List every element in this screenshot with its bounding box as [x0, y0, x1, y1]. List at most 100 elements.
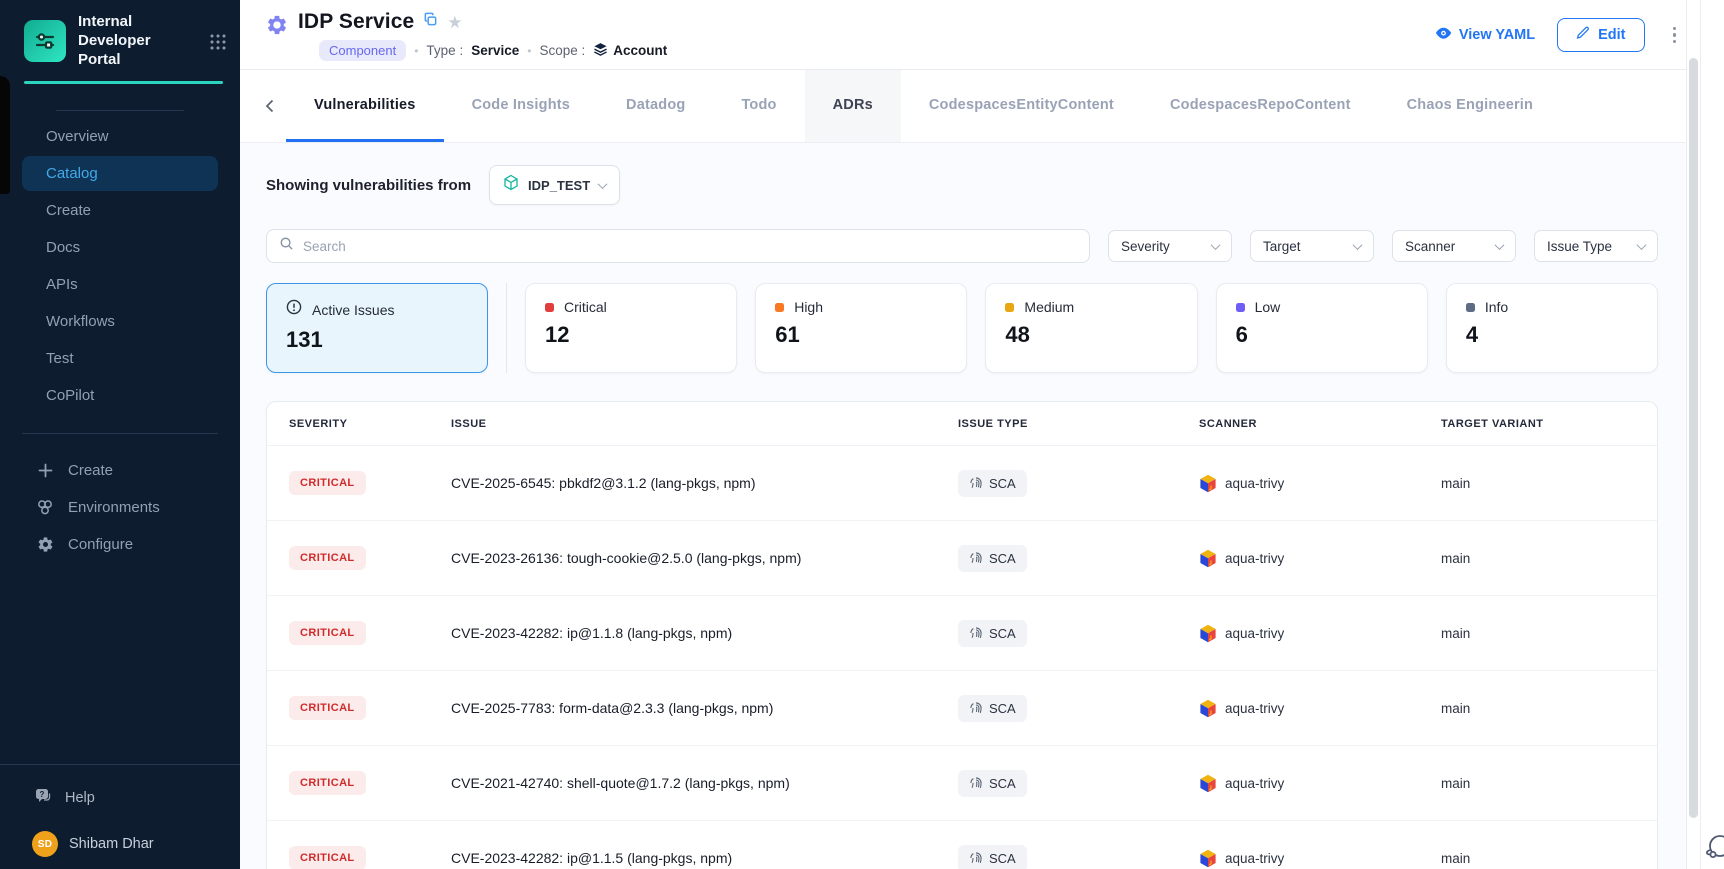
support-headset-icon[interactable]: [1700, 830, 1724, 869]
table-row[interactable]: CRITICAL CVE-2025-7783: form-data@2.3.3 …: [267, 671, 1657, 746]
project-select-value: IDP_TEST: [528, 178, 590, 193]
scope-value: Account: [593, 42, 667, 59]
card-label: High: [794, 299, 823, 315]
scanner-name: aqua-trivy: [1225, 476, 1284, 491]
low-card[interactable]: Low 6: [1216, 283, 1428, 373]
scrollbar-thumb[interactable]: [1689, 58, 1698, 818]
tab-code-insights[interactable]: Code Insights: [444, 70, 598, 142]
trivy-logo-icon: [1199, 474, 1217, 493]
severity-badge: CRITICAL: [289, 846, 366, 869]
sidebar-item-apis[interactable]: APIs: [22, 267, 218, 302]
tab-adrs[interactable]: ADRs: [805, 70, 901, 142]
gutter-divider: [1700, 0, 1701, 869]
table-row[interactable]: CRITICAL CVE-2023-42282: ip@1.1.5 (lang-…: [267, 821, 1657, 869]
target-variant: main: [1441, 701, 1657, 716]
entity-title-block: IDP Service ★ Component • Type : Service…: [266, 10, 667, 61]
sidebar-item-catalog[interactable]: Catalog: [22, 156, 218, 191]
tabs-scroll-left-icon[interactable]: [254, 70, 286, 142]
more-options-kebab-icon[interactable]: [1667, 23, 1683, 48]
table-row[interactable]: CRITICAL CVE-2023-26136: tough-cookie@2.…: [267, 521, 1657, 596]
tab-vulnerabilities[interactable]: Vulnerabilities: [286, 70, 444, 142]
info-card[interactable]: Info 4: [1446, 283, 1658, 373]
issue-text: CVE-2023-26136: tough-cookie@2.5.0 (lang…: [451, 550, 958, 566]
edit-label: Edit: [1598, 27, 1625, 43]
sidebar-header: Internal Developer Portal: [0, 0, 240, 80]
search-box: [266, 229, 1090, 263]
tab-todo[interactable]: Todo: [713, 70, 804, 142]
issue-type-label: SCA: [989, 851, 1016, 866]
svg-text:?: ?: [40, 790, 45, 799]
summary-cards: Active Issues 131 Critical 12 High 61 Me…: [266, 283, 1658, 373]
avatar: SD: [32, 831, 58, 857]
scanner-cell: aqua-trivy: [1199, 549, 1441, 568]
low-dot-icon: [1236, 303, 1245, 312]
sidebar-item-create[interactable]: Create: [22, 193, 218, 228]
filter-issue-type[interactable]: Issue Type: [1534, 230, 1658, 262]
trivy-logo-icon: [1199, 774, 1217, 793]
trivy-logo-icon: [1199, 849, 1217, 868]
sidebar-action-configure[interactable]: Configure: [0, 526, 240, 563]
tab-chaos-engineering[interactable]: Chaos Engineerin: [1379, 70, 1561, 142]
eye-icon: [1435, 27, 1452, 44]
table-row[interactable]: CRITICAL CVE-2023-42282: ip@1.1.8 (lang-…: [267, 596, 1657, 671]
main-area: IDP Service ★ Component • Type : Service…: [240, 0, 1724, 869]
scanner-cell: aqua-trivy: [1199, 849, 1441, 868]
kind-badge: Component: [319, 40, 406, 61]
severity-badge: CRITICAL: [289, 696, 366, 720]
medium-card[interactable]: Medium 48: [985, 283, 1197, 373]
project-select[interactable]: IDP_TEST: [489, 165, 620, 205]
alert-circle-icon: [286, 299, 302, 320]
tab-codespaces-entity-content[interactable]: CodespacesEntityContent: [901, 70, 1142, 142]
filter-scanner[interactable]: Scanner: [1392, 230, 1516, 262]
critical-dot-icon: [545, 303, 554, 312]
scanner-cell: aqua-trivy: [1199, 699, 1441, 718]
copy-icon[interactable]: [423, 12, 438, 32]
sidebar-item-workflows[interactable]: Workflows: [22, 304, 218, 339]
sidebar-action-environments[interactable]: Environments: [0, 489, 240, 526]
vulnerabilities-panel: Showing vulnerabilities from IDP_TEST: [240, 143, 1724, 869]
sidebar-item-docs[interactable]: Docs: [22, 230, 218, 265]
help-button[interactable]: ? Help: [0, 765, 240, 813]
fingerprint-icon: [969, 551, 983, 565]
cube-icon: [503, 174, 519, 196]
high-card[interactable]: High 61: [755, 283, 967, 373]
environments-icon: [36, 499, 54, 516]
app-root: Internal Developer Portal Overview Catal…: [0, 0, 1724, 869]
sidebar-action-create[interactable]: Create: [0, 452, 240, 489]
scanner-name: aqua-trivy: [1225, 701, 1284, 716]
issue-text: CVE-2021-42740: shell-quote@1.7.2 (lang-…: [451, 775, 958, 791]
filter-target[interactable]: Target: [1250, 230, 1374, 262]
fingerprint-icon: [969, 851, 983, 865]
scanner-name: aqua-trivy: [1225, 626, 1284, 641]
portal-title: Internal Developer Portal: [78, 13, 197, 69]
search-input[interactable]: [303, 239, 1077, 254]
active-issues-card[interactable]: Active Issues 131: [266, 283, 488, 373]
issue-text: CVE-2023-42282: ip@1.1.8 (lang-pkgs, npm…: [451, 625, 958, 641]
table-row[interactable]: CRITICAL CVE-2025-6545: pbkdf2@3.1.2 (la…: [267, 446, 1657, 521]
tab-codespaces-repo-content[interactable]: CodespacesRepoContent: [1142, 70, 1379, 142]
critical-card[interactable]: Critical 12: [525, 283, 737, 373]
chevron-down-icon: [1211, 240, 1221, 250]
apps-grid-icon[interactable]: [209, 33, 226, 50]
type-label: Type :: [426, 43, 463, 58]
user-menu[interactable]: SD Shibam Dhar: [0, 813, 240, 869]
filter-label: Severity: [1121, 239, 1170, 254]
view-yaml-button[interactable]: View YAML: [1435, 27, 1535, 44]
sidebar-divider: [22, 433, 218, 434]
edit-button[interactable]: Edit: [1557, 18, 1644, 52]
trivy-logo-icon: [1199, 549, 1217, 568]
sidebar-item-overview[interactable]: Overview: [22, 119, 218, 154]
filter-severity[interactable]: Severity: [1108, 230, 1232, 262]
header-actions: View YAML Edit: [1435, 10, 1682, 52]
type-value: Service: [471, 43, 519, 58]
sidebar-item-test[interactable]: Test: [22, 341, 218, 376]
entity-meta: Component • Type : Service • Scope : Acc…: [319, 40, 667, 61]
plus-icon: [36, 463, 54, 478]
favorite-star-icon[interactable]: ★: [447, 14, 462, 31]
target-variant: main: [1441, 776, 1657, 791]
issue-type-label: SCA: [989, 701, 1016, 716]
table-row[interactable]: CRITICAL CVE-2021-42740: shell-quote@1.7…: [267, 746, 1657, 821]
card-count: 4: [1466, 322, 1638, 348]
sidebar-item-copilot[interactable]: CoPilot: [22, 378, 218, 413]
tab-datadog[interactable]: Datadog: [598, 70, 713, 142]
